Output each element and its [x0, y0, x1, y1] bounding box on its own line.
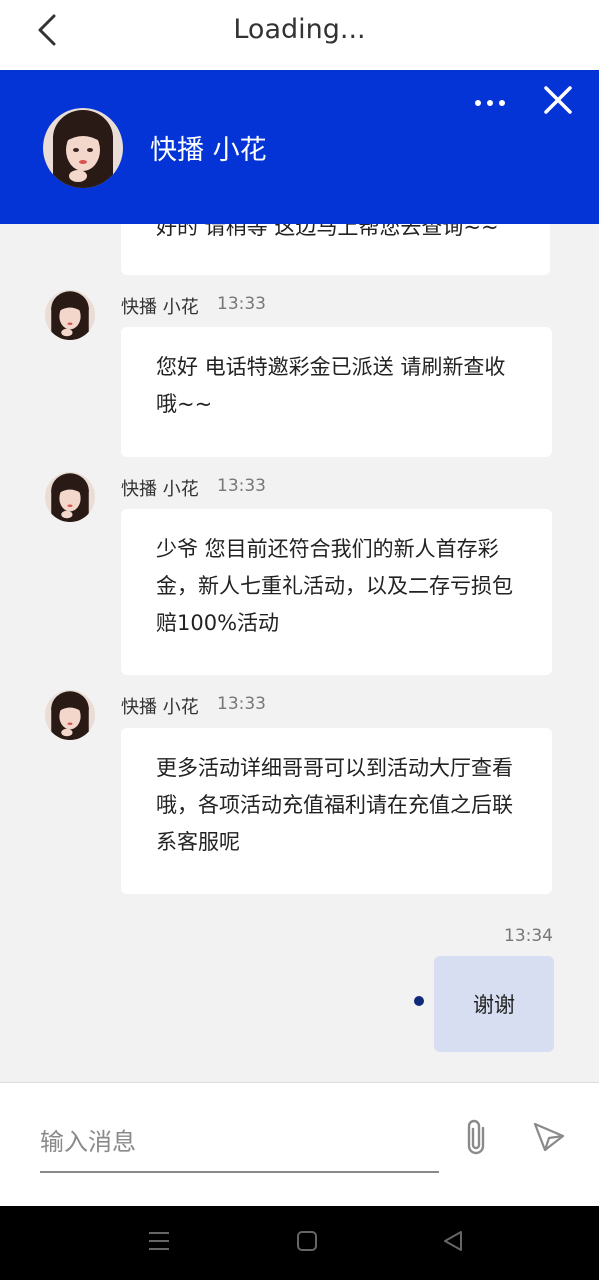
- compose-bar: [0, 1082, 599, 1206]
- message-text: 好的 请稍等 这边马上帮您去查询~~: [156, 224, 499, 239]
- my-message-text: 谢谢: [473, 993, 515, 1017]
- more-dots-icon: [474, 92, 506, 111]
- read-status-dot: [414, 996, 424, 1006]
- system-nav-bar: [0, 1206, 599, 1280]
- message-bubble: 少爷 您目前还符合我们的新人首存彩金，新人七重礼活动，以及二存亏损包赔100%活…: [121, 509, 552, 675]
- nav-back-button[interactable]: [436, 1228, 470, 1258]
- message-text: 更多活动详细哥哥可以到活动大厅查看哦，各项活动充值福利请在充值之后联系客服呢: [156, 756, 513, 854]
- avatar: [45, 690, 95, 740]
- close-button[interactable]: [538, 82, 578, 122]
- message-time: 13:33: [217, 294, 266, 314]
- message-text: 您好 电话特邀彩金已派送 请刷新查收哦~~: [156, 355, 506, 416]
- send-button[interactable]: [530, 1121, 568, 1157]
- message-bubble: 您好 电话特邀彩金已派送 请刷新查收哦~~: [121, 327, 552, 457]
- message-input[interactable]: [40, 1113, 439, 1173]
- message-time: 13:33: [217, 476, 266, 496]
- agent-name: 快播 小花: [150, 135, 267, 166]
- avatar: [45, 290, 95, 340]
- sender-name: 快播 小花: [121, 697, 199, 718]
- avatar: [45, 472, 95, 522]
- message-bubble: 更多活动详细哥哥可以到活动大厅查看哦，各项活动充值福利请在充值之后联系客服呢: [121, 728, 552, 894]
- message-list[interactable]: 好的 请稍等 这边马上帮您去查询~~ 快播 小花 13:33 您好 电话特邀彩金…: [0, 224, 599, 1082]
- home-icon: [296, 1230, 318, 1256]
- sender-name: 快播 小花: [121, 479, 199, 500]
- my-message-bubble: 谢谢: [434, 956, 554, 1052]
- close-icon: [543, 85, 573, 119]
- send-icon: [532, 1121, 566, 1157]
- more-button[interactable]: [470, 86, 510, 116]
- menu-icon: [147, 1230, 171, 1256]
- top-app-bar: Loading...: [0, 0, 599, 70]
- triangle-back-icon: [442, 1230, 464, 1256]
- agent-avatar: [43, 108, 123, 188]
- paperclip-icon: [463, 1118, 489, 1160]
- chat-header: 快播 小花: [0, 70, 599, 224]
- my-message-time: 13:34: [504, 926, 553, 946]
- attach-button[interactable]: [460, 1119, 492, 1159]
- sender-name: 快播 小花: [121, 297, 199, 318]
- page-title: Loading...: [233, 14, 366, 45]
- nav-menu-button[interactable]: [142, 1228, 176, 1258]
- message-time: 13:33: [217, 694, 266, 714]
- message-bubble: 好的 请稍等 这边马上帮您去查询~~: [121, 224, 550, 275]
- message-text: 少爷 您目前还符合我们的新人首存彩金，新人七重礼活动，以及二存亏损包赔100%活…: [156, 537, 513, 635]
- nav-home-button[interactable]: [290, 1228, 324, 1258]
